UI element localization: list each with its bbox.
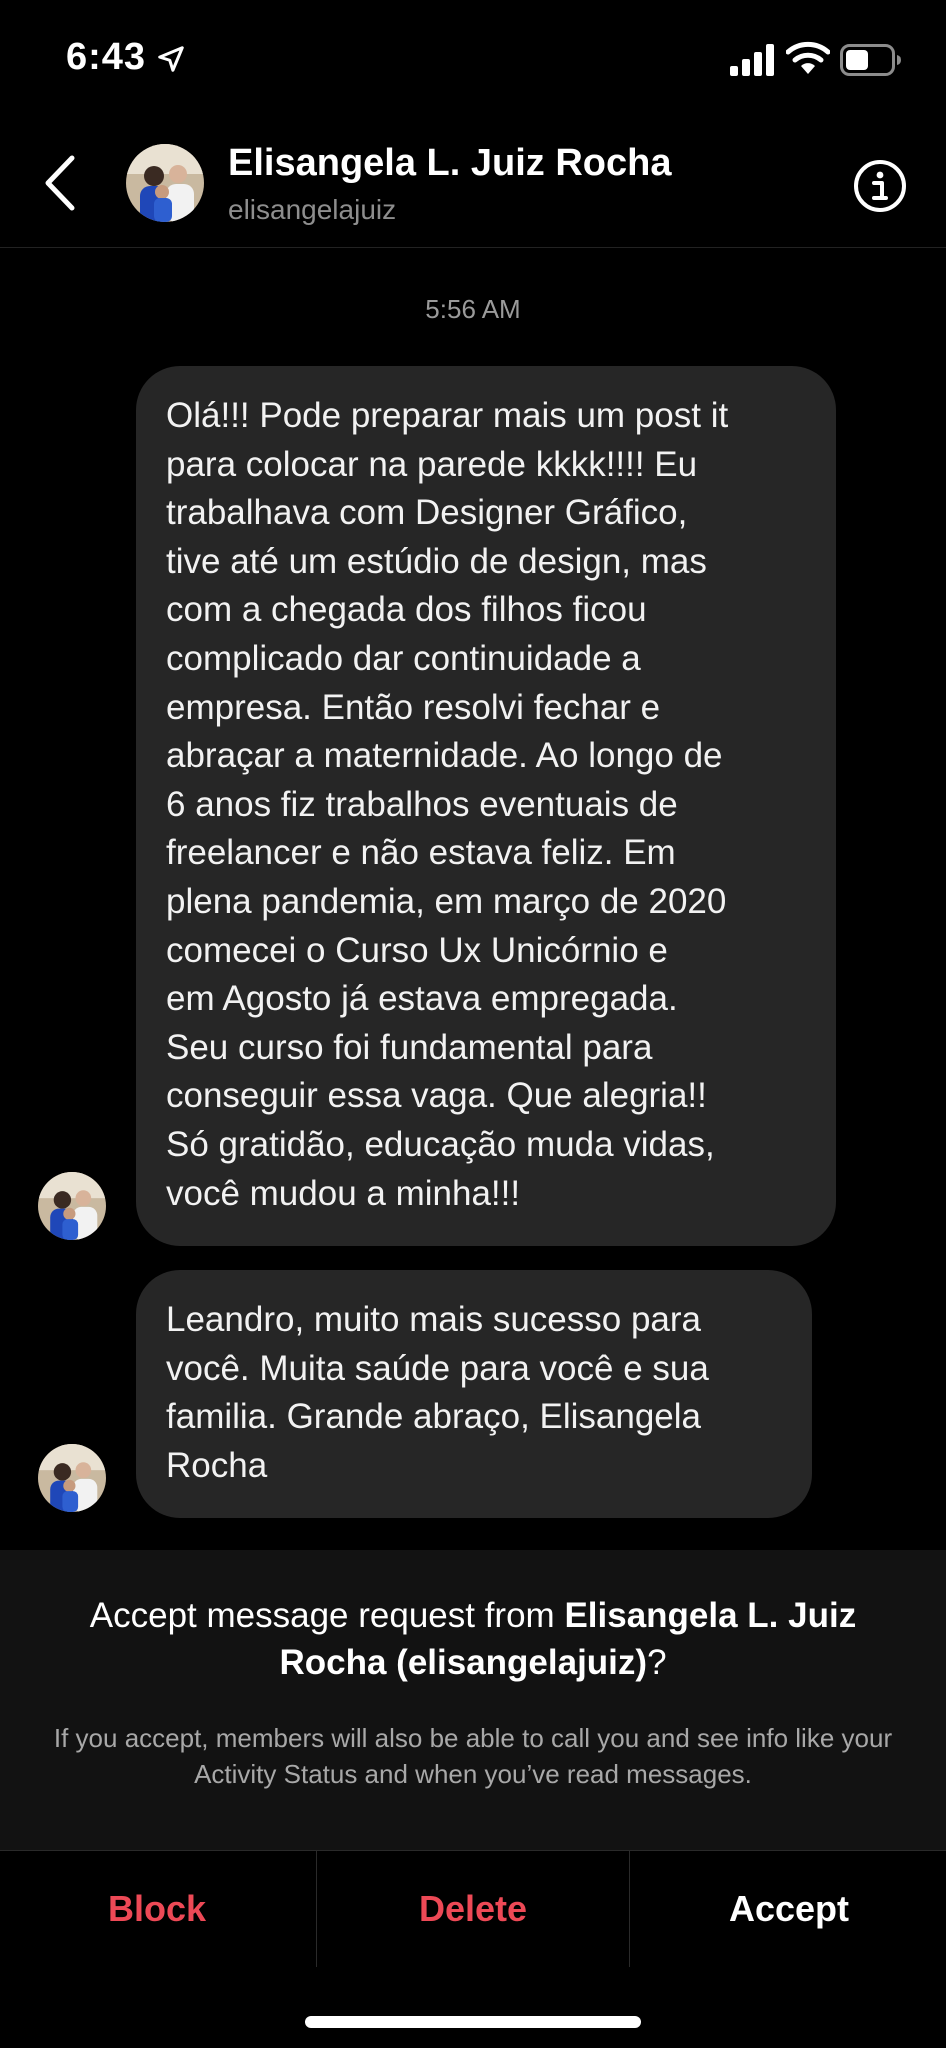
delete-button[interactable]: Delete xyxy=(316,1851,630,1967)
conversation-header: Elisangela L. Juiz Rocha elisangelajuiz xyxy=(0,120,946,248)
message-bubble[interactable]: Leandro, muito mais sucesso para você. M… xyxy=(136,1270,812,1519)
message-request-panel: Accept message request from Elisangela L… xyxy=(0,1550,946,1850)
sender-avatar[interactable] xyxy=(38,1444,106,1512)
info-icon[interactable] xyxy=(852,158,908,214)
battery-icon xyxy=(840,44,901,76)
request-title-prefix: Accept message request from xyxy=(89,1596,565,1635)
request-note: If you accept, members will also be able… xyxy=(53,1723,893,1789)
contact-username: elisangelajuiz xyxy=(228,194,397,225)
accept-button[interactable]: Accept xyxy=(632,1851,946,1967)
request-action-bar: Block Delete Accept xyxy=(0,1850,946,1968)
wifi-icon xyxy=(786,41,830,74)
avatar[interactable] xyxy=(126,144,204,222)
sender-avatar[interactable] xyxy=(38,1172,106,1240)
status-time: 6:43 xyxy=(66,36,147,78)
contact-name[interactable]: Elisangela L. Juiz Rocha xyxy=(228,142,671,185)
location-arrow-icon xyxy=(158,46,184,72)
block-button[interactable]: Block xyxy=(0,1851,314,1967)
home-indicator[interactable] xyxy=(305,2016,641,2028)
back-icon[interactable] xyxy=(36,150,86,216)
request-title: Accept message request from Elisangela L… xyxy=(40,1592,906,1686)
message-bubble[interactable]: Olá!!! Pode preparar mais um post it par… xyxy=(136,366,836,1247)
status-bar: 6:43 xyxy=(0,0,946,120)
message-timestamp: 5:56 AM xyxy=(425,294,521,324)
signal-icon xyxy=(730,44,774,76)
request-title-suffix: ? xyxy=(647,1643,667,1682)
